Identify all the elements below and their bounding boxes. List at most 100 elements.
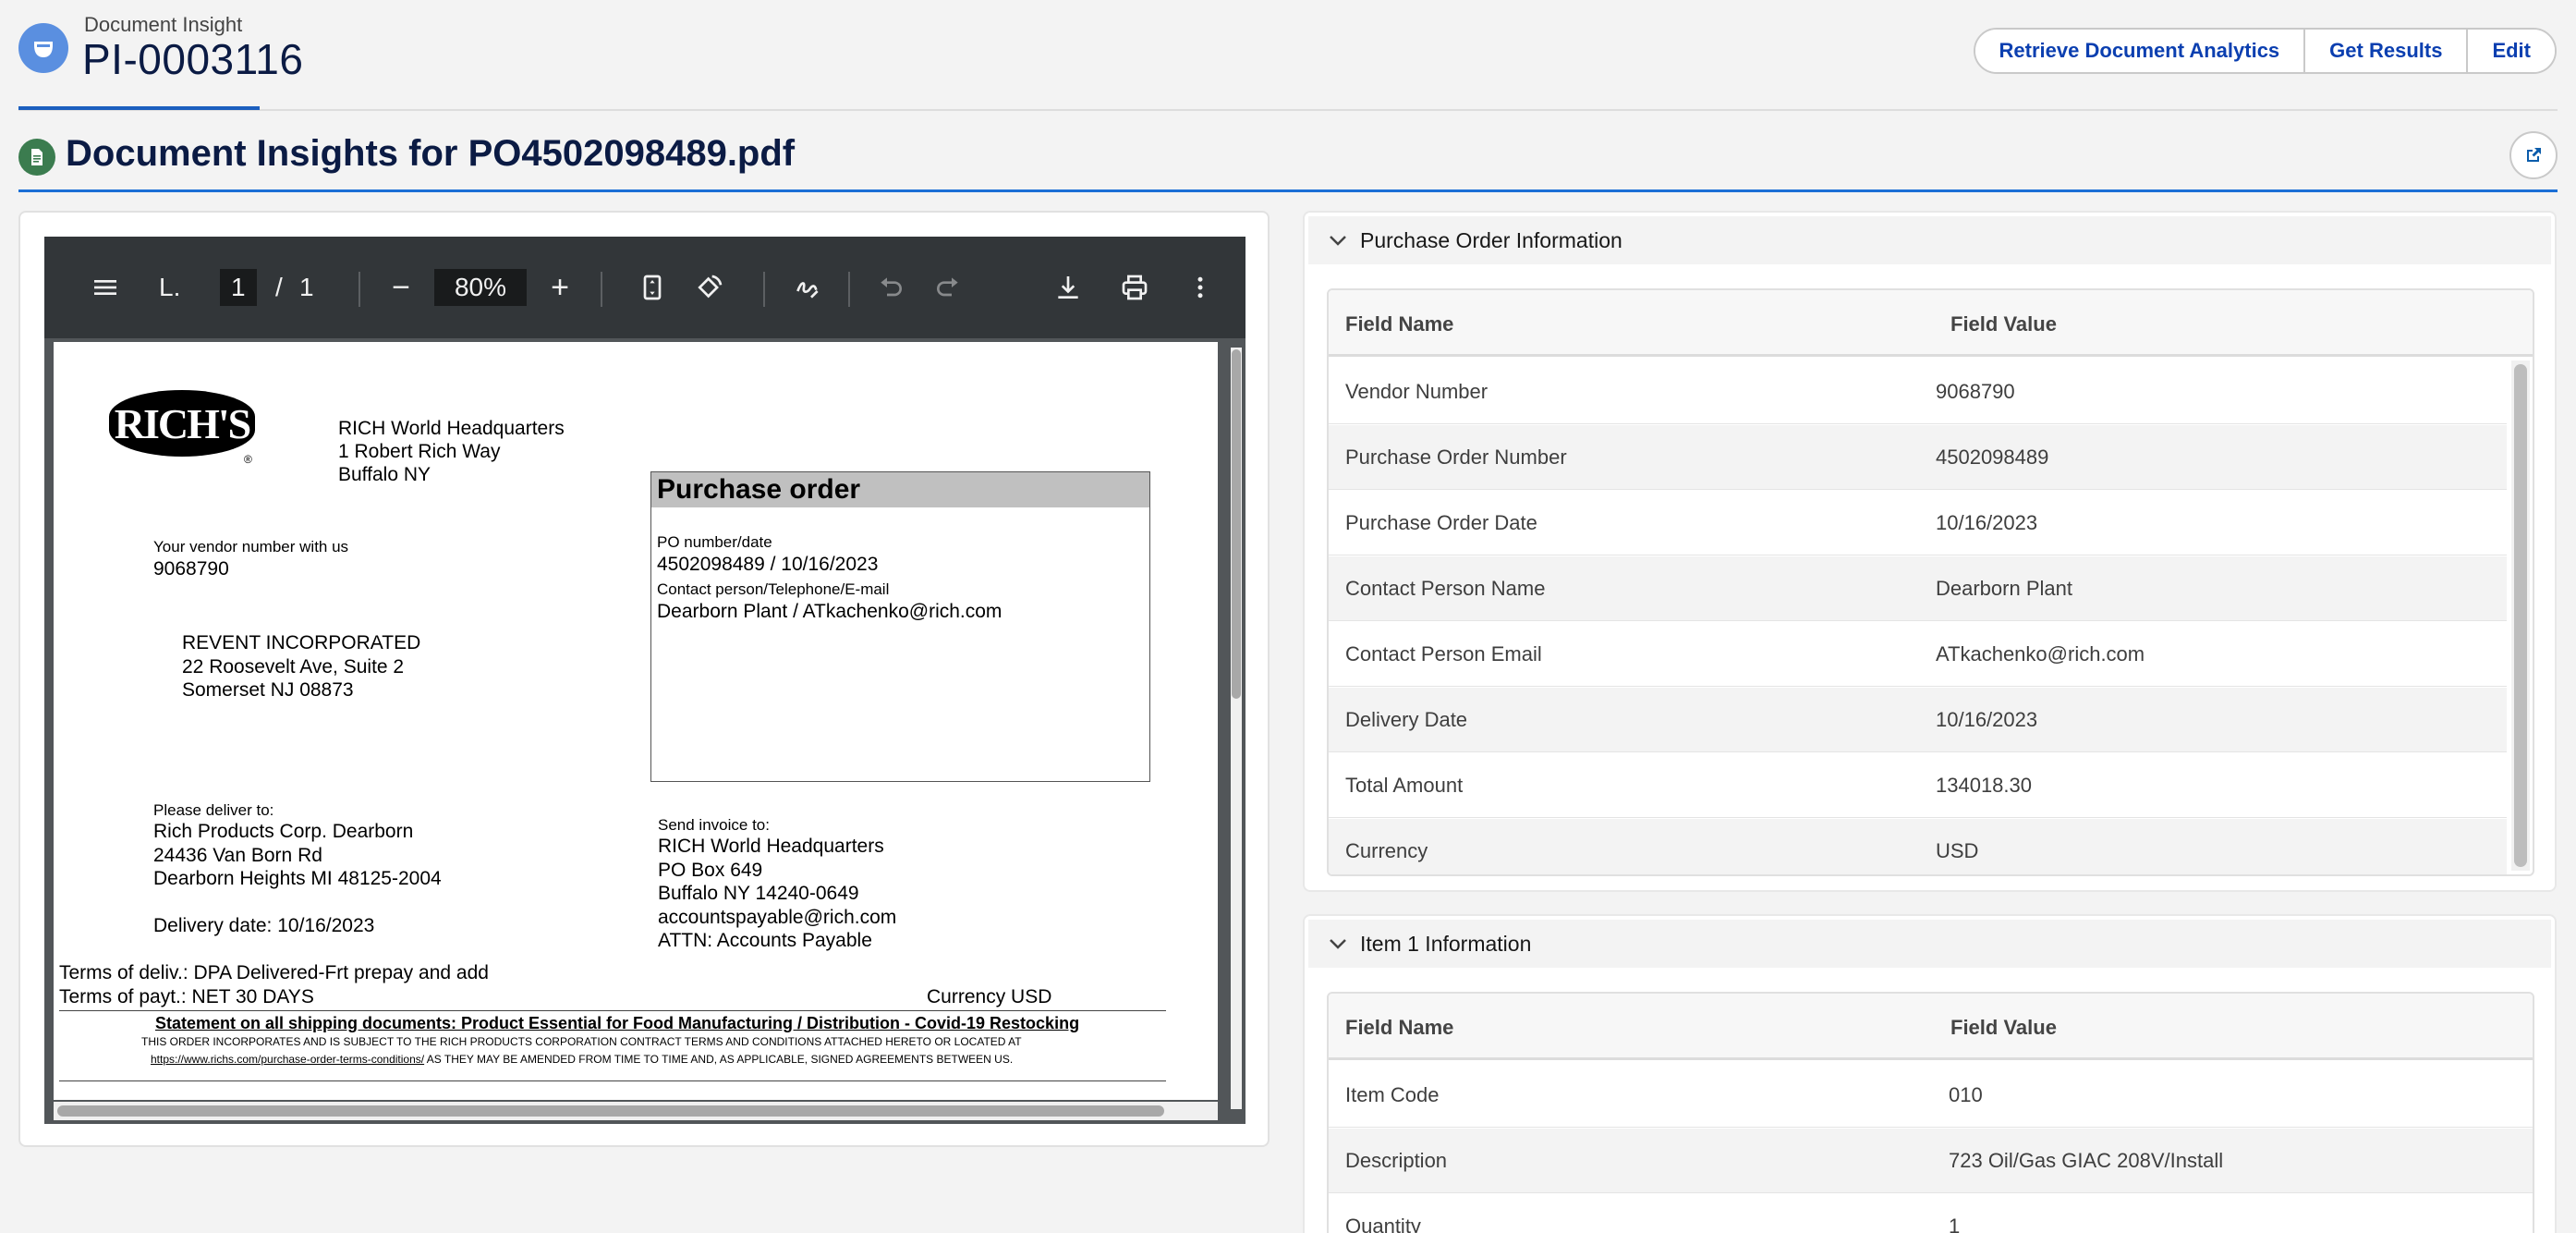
print-icon [1122, 275, 1148, 300]
table-row: Total Amount 134018.30 [1329, 753, 2507, 818]
zoom-input[interactable]: 80% [434, 269, 527, 306]
retrieve-document-analytics-button[interactable]: Retrieve Document Analytics [1975, 30, 2304, 72]
column-header-field-value[interactable]: Field Value [1950, 312, 2057, 336]
fit-page-icon [643, 275, 662, 300]
field-value: 010 [1949, 1083, 1983, 1106]
popout-icon [2527, 148, 2541, 162]
deliver-address-line: Rich Products Corp. Dearborn [153, 821, 414, 842]
undo-icon [881, 277, 902, 297]
po-number-value: 4502098489 / 10/16/2023 [657, 554, 879, 575]
toolbar-divider [848, 272, 850, 307]
more-icon [1197, 276, 1203, 299]
table-header: Field Name Field Value [1329, 994, 2533, 1060]
field-name: Purchase Order Date [1345, 511, 1537, 534]
fit-page-button[interactable] [636, 264, 669, 311]
card-title-divider [18, 189, 2558, 192]
undo-button[interactable] [874, 264, 907, 311]
invoice-label: Send invoice to: [658, 816, 770, 834]
field-name: Total Amount [1345, 774, 1464, 797]
vendor-address-line: 22 Roosevelt Ave, Suite 2 [182, 656, 405, 678]
get-results-button[interactable]: Get Results [2303, 30, 2467, 72]
item-table: Field Name Field Value Item Code 010 Desc… [1327, 992, 2534, 1233]
record-icon [18, 23, 68, 73]
download-button[interactable] [1051, 264, 1085, 311]
vendor-label: Your vendor number with us [153, 538, 349, 555]
hq-line: RICH World Headquarters [338, 418, 565, 439]
field-value: 10/16/2023 [1936, 708, 2038, 731]
zoom-in-button[interactable]: + [543, 264, 577, 311]
field-name: Description [1345, 1149, 1448, 1172]
annotate-icon [796, 282, 819, 299]
section-header-item-1[interactable]: Item 1 Information [1308, 920, 2551, 968]
menu-button[interactable] [87, 264, 124, 311]
record-name: PI-0003116 [82, 35, 304, 83]
pdf-vertical-scrollbar[interactable] [1231, 348, 1242, 1109]
pdf-doc-title: L. [159, 273, 181, 301]
action-button-group: Retrieve Document Analytics Get Results … [1973, 28, 2557, 74]
deliver-address-line: 24436 Van Born Rd [153, 845, 322, 866]
annotate-button[interactable] [791, 264, 824, 311]
table-row: Vendor Number 9068790 [1329, 360, 2507, 424]
popout-button[interactable] [2509, 131, 2558, 179]
toolbar-divider [763, 272, 765, 307]
page-number-input[interactable]: 1 [220, 269, 257, 306]
section-title: Purchase Order Information [1360, 227, 1622, 252]
field-value: 4502098489 [1936, 446, 2049, 469]
section-header-purchase-order[interactable]: Purchase Order Information [1308, 216, 2551, 264]
scroll-thumb[interactable] [2514, 364, 2527, 867]
terms-fine-print: THIS ORDER INCORPORATES AND IS SUBJECT T… [141, 1035, 1022, 1048]
pdf-horizontal-scrollbar[interactable] [54, 1102, 1218, 1120]
field-value: 10/16/2023 [1936, 511, 2038, 534]
field-value: 9068790 [1936, 380, 2015, 403]
toolbar-divider [601, 272, 602, 307]
section-title: Item 1 Information [1360, 931, 1532, 956]
pdf-panel: L. 1 / 1 − 80% + RICH'S ® RICH World Hea… [18, 211, 1270, 1147]
rotate-button[interactable] [693, 264, 726, 311]
field-name: Vendor Number [1345, 380, 1488, 403]
invoice-address-line: ATTN: Accounts Payable [658, 930, 872, 951]
page-total: 1 [299, 273, 314, 301]
page-header: Document Insight PI-0003116 Retrieve Doc… [0, 0, 2576, 109]
card-title: Document Insights for PO4502098489.pdf [66, 133, 796, 174]
terms-link[interactable]: https://www.richs.com/purchase-order-ter… [151, 1053, 424, 1066]
print-button[interactable] [1118, 264, 1151, 311]
field-value: 723 Oil/Gas GIAC 208V/Install [1949, 1149, 2224, 1172]
field-value: Dearborn Plant [1936, 577, 2072, 600]
field-value: 134018.30 [1936, 774, 2032, 797]
column-header-field-name[interactable]: Field Name [1345, 1016, 1453, 1040]
delivery-date-line: Delivery date: 10/16/2023 [153, 915, 375, 936]
shipping-statement: Statement on all shipping documents: Pro… [155, 1014, 1080, 1032]
purchase-order-box: Purchase order PO number/date 4502098489… [650, 471, 1150, 782]
table-row: Contact Person Email ATkachenko@rich.com [1329, 622, 2507, 687]
hq-line: 1 Robert Rich Way [338, 441, 501, 462]
terms-payment: Terms of payt.: NET 30 DAYS [59, 986, 314, 1007]
scroll-thumb[interactable] [57, 1105, 1164, 1117]
field-value: USD [1936, 839, 1979, 862]
divider-line [59, 1010, 1166, 1011]
purchase-order-section: Purchase Order Information Field Name Fi… [1303, 211, 2557, 892]
po-table: Field Name Field Value Vendor Number 9068… [1327, 288, 2534, 876]
field-name: Item Code [1345, 1083, 1440, 1106]
column-header-field-value[interactable]: Field Value [1950, 1016, 2057, 1040]
field-name: Contact Person Name [1345, 577, 1546, 600]
more-options-button[interactable] [1186, 264, 1214, 311]
zoom-out-button[interactable]: − [384, 264, 418, 311]
po-heading: Purchase order [651, 472, 1149, 507]
column-header-field-name[interactable]: Field Name [1345, 312, 1453, 336]
redo-button[interactable] [931, 264, 965, 311]
contact-value: Dearborn Plant / ATkachenko@rich.com [657, 601, 1002, 622]
table-row: Item Code 010 [1329, 1063, 2533, 1128]
document-icon [18, 139, 55, 176]
table-vertical-scrollbar[interactable] [2511, 360, 2530, 871]
pdf-content-area[interactable]: RICH'S ® RICH World Headquarters 1 Rober… [44, 338, 1245, 1124]
redo-icon [937, 277, 958, 297]
richs-logo: RICH'S [109, 390, 255, 457]
active-tab-indicator [18, 106, 260, 110]
invoice-address-line: PO Box 649 [658, 860, 763, 881]
table-row: Contact Person Name Dearborn Plant [1329, 556, 2507, 621]
chevron-down-icon [1330, 236, 1346, 246]
table-header: Field Name Field Value [1329, 290, 2533, 357]
scroll-thumb[interactable] [1232, 349, 1241, 699]
field-name: Contact Person Email [1345, 642, 1542, 665]
edit-button[interactable]: Edit [2466, 30, 2555, 72]
